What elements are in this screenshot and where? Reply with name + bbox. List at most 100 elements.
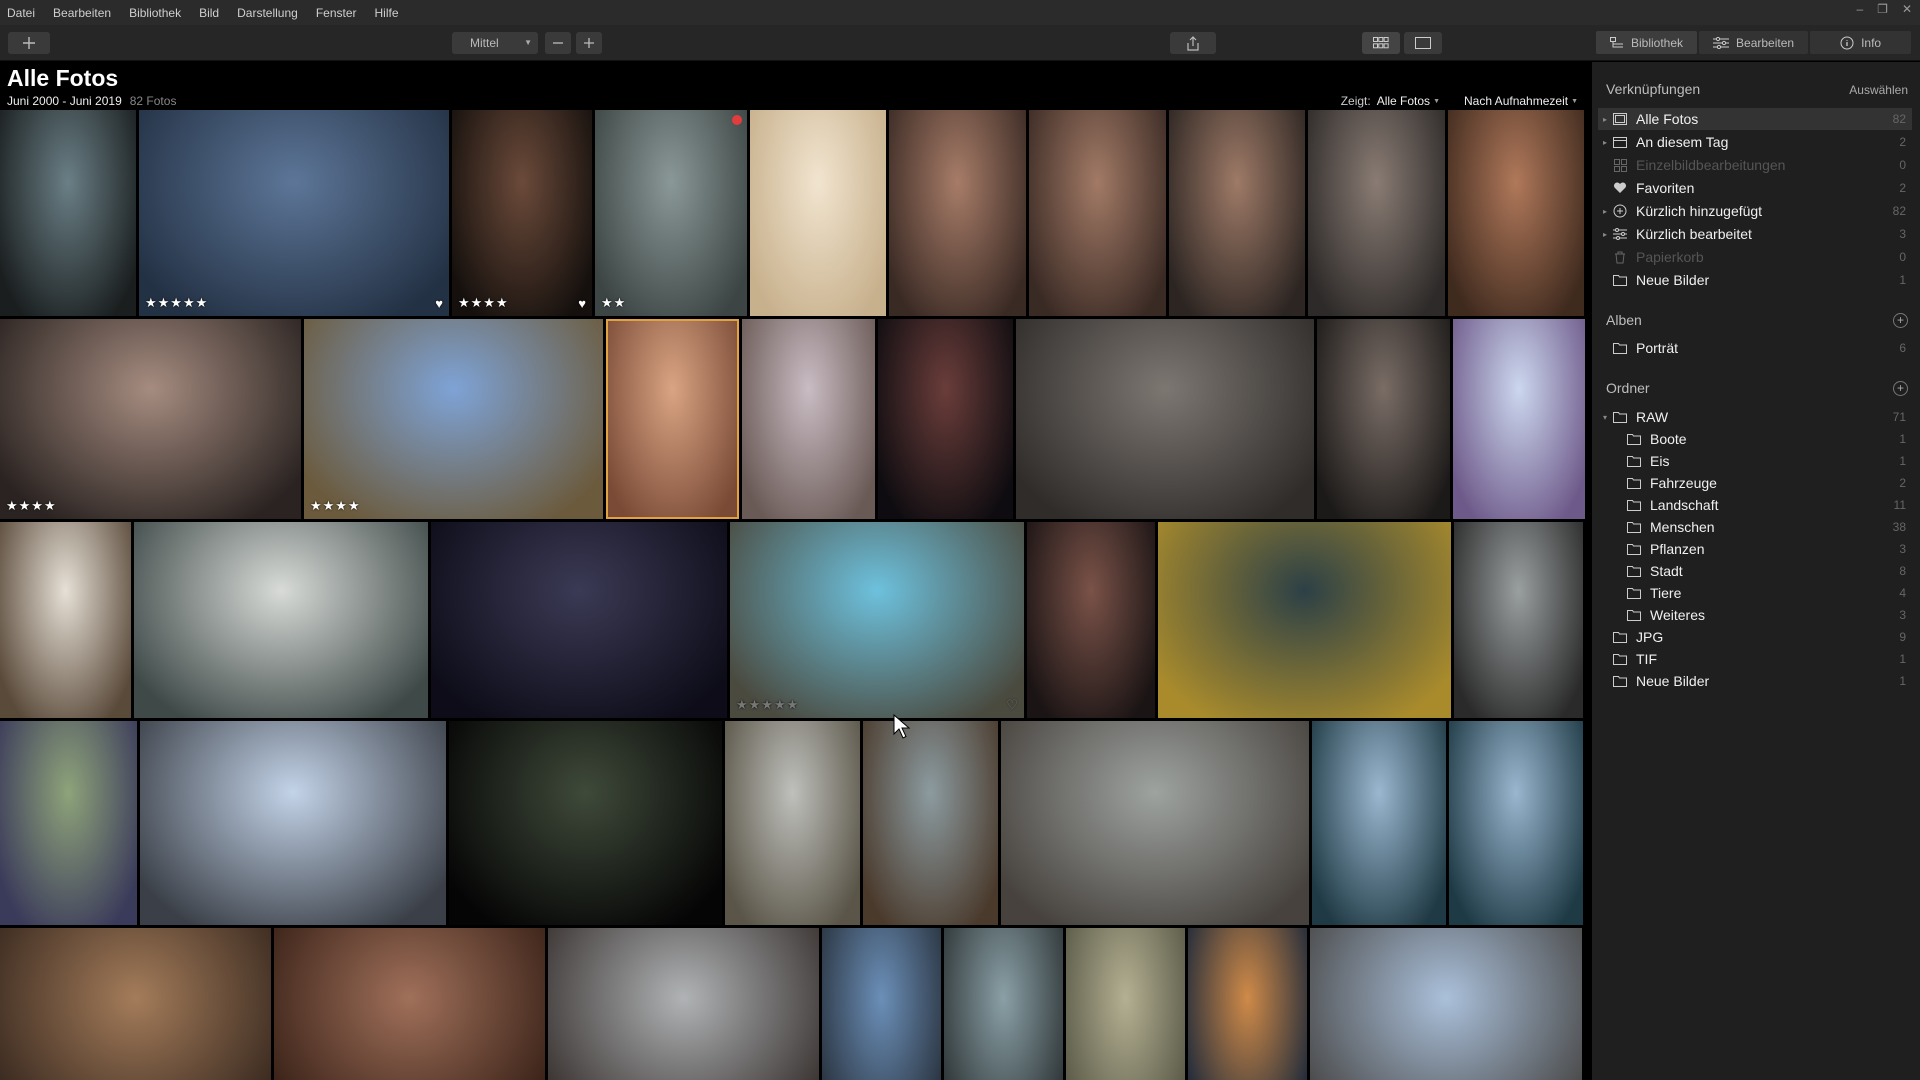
photo-thumbnail[interactable] bbox=[1449, 721, 1583, 925]
photo-thumbnail[interactable]: ★★★★★ ♥ bbox=[139, 110, 449, 316]
restore-icon[interactable]: ❐ bbox=[1877, 2, 1888, 16]
photo-thumbnail[interactable] bbox=[1308, 110, 1445, 316]
minimize-icon[interactable]: – bbox=[1856, 2, 1863, 16]
photo-thumbnail[interactable]: ★★★★ bbox=[0, 319, 301, 519]
sidebar-link-0[interactable]: ▸ Alle Fotos 82 bbox=[1598, 108, 1912, 130]
heart-icon[interactable]: ♡ bbox=[1006, 697, 1018, 713]
photo-thumbnail[interactable] bbox=[878, 319, 1013, 519]
photo-thumbnail[interactable] bbox=[0, 110, 136, 316]
menu-bibliothek[interactable]: Bibliothek bbox=[122, 6, 192, 20]
heart-icon[interactable]: ♥ bbox=[435, 296, 443, 311]
menu-bild[interactable]: Bild bbox=[192, 6, 230, 20]
photo-thumbnail[interactable] bbox=[725, 721, 860, 925]
photo-thumbnail[interactable] bbox=[1454, 522, 1583, 718]
photo-thumbnail[interactable] bbox=[1169, 110, 1305, 316]
photo-thumbnail[interactable] bbox=[1027, 522, 1155, 718]
heart-icon[interactable]: ♥ bbox=[578, 296, 586, 311]
photo-thumbnail[interactable] bbox=[1310, 928, 1582, 1080]
photo-thumbnail[interactable]: ★★ bbox=[595, 110, 747, 316]
photo-thumbnail[interactable]: ★★★★ bbox=[304, 319, 603, 519]
menu-fenster[interactable]: Fenster bbox=[309, 6, 368, 20]
photo-thumbnail[interactable] bbox=[548, 928, 819, 1080]
tab-info[interactable]: Info bbox=[1810, 31, 1912, 54]
sidebar-folder-7[interactable]: Stadt 8 bbox=[1612, 560, 1912, 582]
star-rating[interactable]: ★★★★ bbox=[310, 498, 361, 514]
photo-thumbnail[interactable] bbox=[431, 522, 727, 718]
photo-thumbnail[interactable] bbox=[1317, 319, 1450, 519]
tab-bearbeiten[interactable]: Bearbeiten bbox=[1699, 31, 1809, 54]
photo-thumbnail[interactable] bbox=[1188, 928, 1307, 1080]
sidebar-folder-8[interactable]: Tiere 4 bbox=[1612, 582, 1912, 604]
sidebar-folder-9[interactable]: Weiteres 3 bbox=[1612, 604, 1912, 626]
sidebar-folder-3[interactable]: Fahrzeuge 2 bbox=[1612, 472, 1912, 494]
star-rating[interactable]: ★★ bbox=[601, 295, 626, 311]
photo-thumbnail[interactable] bbox=[944, 928, 1063, 1080]
zoom-out-button[interactable] bbox=[545, 32, 571, 54]
sidebar-link-2[interactable]: Einzelbildbearbeitungen 0 bbox=[1598, 154, 1912, 176]
zoom-select[interactable]: Mittel ▼ bbox=[452, 32, 538, 54]
disclosure-arrow-icon[interactable]: ▾ bbox=[1598, 413, 1612, 422]
menu-darstellung[interactable]: Darstellung bbox=[230, 6, 309, 20]
sidebar-link-3[interactable]: Favoriten 2 bbox=[1598, 177, 1912, 199]
photo-thumbnail[interactable] bbox=[1029, 110, 1166, 316]
sidebar-folder-1[interactable]: Boote 1 bbox=[1612, 428, 1912, 450]
star-rating[interactable]: ★★★★ bbox=[6, 498, 57, 514]
menu-bearbeiten[interactable]: Bearbeiten bbox=[46, 6, 122, 20]
close-icon[interactable]: ✕ bbox=[1902, 2, 1912, 16]
photo-thumbnail[interactable] bbox=[1448, 110, 1584, 316]
photo-thumbnail[interactable] bbox=[0, 721, 137, 925]
photo-thumbnail[interactable] bbox=[0, 928, 271, 1080]
menu-hilfe[interactable]: Hilfe bbox=[368, 6, 410, 20]
photo-thumbnail[interactable] bbox=[742, 319, 875, 519]
sidebar-link-7[interactable]: Neue Bilder 1 bbox=[1598, 269, 1912, 291]
photo-thumbnail[interactable] bbox=[1312, 721, 1446, 925]
disclosure-arrow-icon[interactable]: ▸ bbox=[1598, 115, 1612, 124]
sidebar-folder-5[interactable]: Menschen 38 bbox=[1612, 516, 1912, 538]
photo-thumbnail[interactable] bbox=[140, 721, 446, 925]
photo-thumbnail[interactable] bbox=[1158, 522, 1451, 718]
select-button[interactable]: Auswählen bbox=[1849, 83, 1908, 97]
photo-thumbnail[interactable] bbox=[750, 110, 886, 316]
show-filter-dropdown[interactable]: Alle Fotos ▼ bbox=[1377, 94, 1440, 108]
photo-thumbnail[interactable] bbox=[822, 928, 941, 1080]
sidebar-folder-4[interactable]: Landschaft 11 bbox=[1612, 494, 1912, 516]
sidebar-folder-6[interactable]: Pflanzen 3 bbox=[1612, 538, 1912, 560]
disclosure-arrow-icon[interactable]: ▸ bbox=[1598, 207, 1612, 216]
grid-view-button[interactable] bbox=[1362, 32, 1400, 54]
star-rating[interactable]: ★★★★★ bbox=[736, 697, 799, 713]
disclosure-arrow-icon[interactable]: ▸ bbox=[1598, 230, 1612, 239]
photo-thumbnail[interactable] bbox=[1453, 319, 1585, 519]
sidebar-folder-10[interactable]: JPG 9 bbox=[1598, 626, 1912, 648]
disclosure-arrow-icon[interactable]: ▸ bbox=[1598, 138, 1612, 147]
photo-thumbnail[interactable] bbox=[863, 721, 998, 925]
star-rating[interactable]: ★★★★ bbox=[458, 295, 509, 311]
sort-dropdown[interactable]: Nach Aufnahmezeit ▼ bbox=[1464, 94, 1578, 108]
photo-thumbnail[interactable] bbox=[274, 928, 545, 1080]
sidebar-link-5[interactable]: ▸ Kürzlich bearbeitet 3 bbox=[1598, 223, 1912, 245]
photo-thumbnail[interactable] bbox=[134, 522, 428, 718]
star-rating[interactable]: ★★★★★ bbox=[145, 295, 208, 311]
sidebar-folder-11[interactable]: TIF 1 bbox=[1598, 648, 1912, 670]
photo-thumbnail[interactable] bbox=[1001, 721, 1309, 925]
menu-datei[interactable]: Datei bbox=[0, 6, 46, 20]
sidebar-folder-0[interactable]: ▾ RAW 71 bbox=[1598, 406, 1912, 428]
sidebar-album-0[interactable]: Porträt 6 bbox=[1598, 337, 1912, 359]
sidebar-link-6[interactable]: Papierkorb 0 bbox=[1598, 246, 1912, 268]
add-button[interactable] bbox=[8, 32, 50, 54]
photo-thumbnail[interactable] bbox=[1016, 319, 1314, 519]
sidebar-folder-12[interactable]: Neue Bilder 1 bbox=[1598, 670, 1912, 692]
share-button[interactable] bbox=[1170, 32, 1216, 54]
add-album-button[interactable]: + bbox=[1893, 313, 1908, 328]
sidebar-folder-2[interactable]: Eis 1 bbox=[1612, 450, 1912, 472]
zoom-in-button[interactable] bbox=[576, 32, 602, 54]
photo-thumbnail[interactable]: ★★★★ ♥ bbox=[452, 110, 592, 316]
photo-thumbnail[interactable]: ★★★★★ ♡ bbox=[730, 522, 1024, 718]
photo-thumbnail[interactable] bbox=[0, 522, 131, 718]
photo-thumbnail[interactable] bbox=[606, 319, 739, 519]
tab-bibliothek[interactable]: Bibliothek bbox=[1596, 31, 1698, 54]
photo-thumbnail[interactable] bbox=[449, 721, 722, 925]
single-view-button[interactable] bbox=[1404, 32, 1442, 54]
photo-thumbnail[interactable] bbox=[1066, 928, 1185, 1080]
photo-thumbnail[interactable] bbox=[889, 110, 1026, 316]
sidebar-link-4[interactable]: ▸ Kürzlich hinzugefügt 82 bbox=[1598, 200, 1912, 222]
